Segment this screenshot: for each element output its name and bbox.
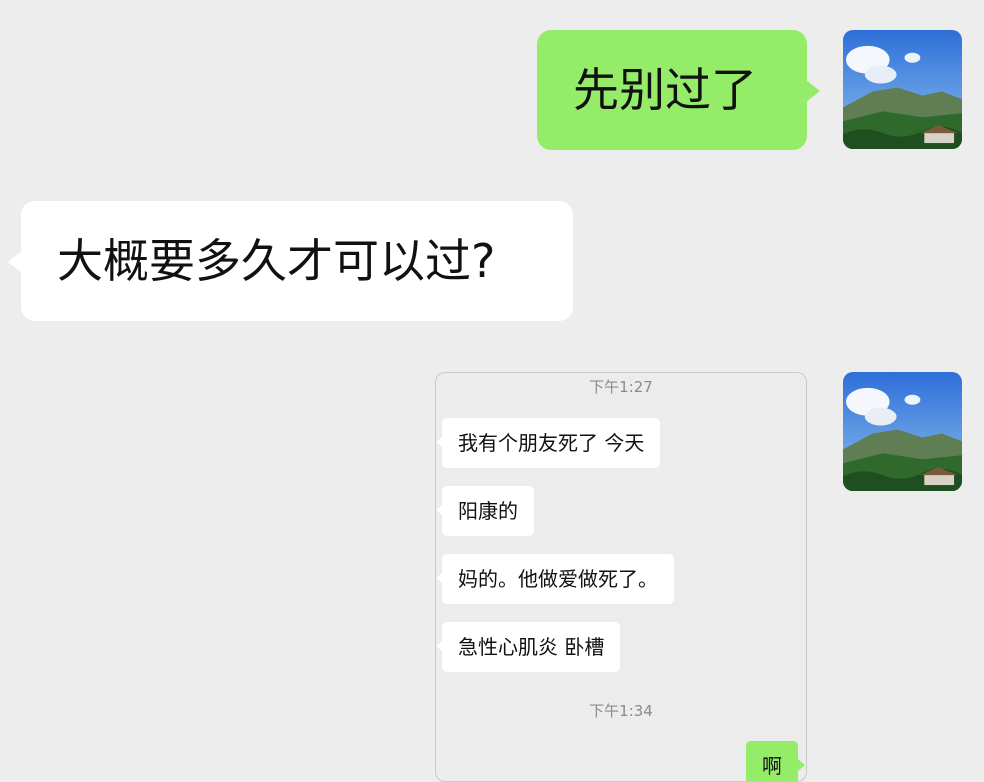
screenshot-bubble: 阳康的 <box>436 486 534 536</box>
screenshot-bubble: 妈的。他做爱做死了。 <box>436 554 674 604</box>
sent-message-bubble[interactable]: 先别过了 <box>537 30 820 150</box>
user-avatar[interactable] <box>843 30 962 149</box>
landscape-avatar-image <box>843 30 962 149</box>
received-message-bubble[interactable]: 大概要多久才可以过? <box>8 201 573 321</box>
screenshot-bubble: 急性心肌炎 卧槽 <box>436 622 621 672</box>
message-text: 大概要多久才可以过? <box>57 234 496 288</box>
screenshot-reply-bubble: 啊 <box>746 741 805 781</box>
timestamp: 下午1:34 <box>589 702 653 720</box>
landscape-avatar-image <box>843 372 962 491</box>
user-avatar[interactable] <box>843 372 962 491</box>
screenshot-bubble: 我有个朋友死了 今天 <box>436 418 661 468</box>
message-text: 先别过了 <box>573 63 757 117</box>
screenshot-image-message[interactable]: 下午1:27 我有个朋友死了 今天 阳康的 妈的。他做爱做死了。 急性心肌炎 卧… <box>435 372 807 782</box>
timestamp: 下午1:27 <box>589 378 653 396</box>
